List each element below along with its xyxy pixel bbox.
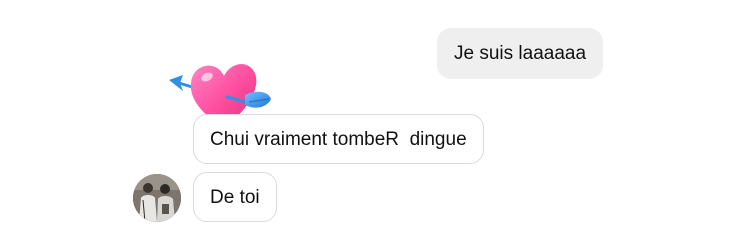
received-message-bubble[interactable]: Chui vraiment tombeR dingue — [193, 114, 484, 164]
received-message-bubble[interactable]: De toi — [193, 172, 277, 222]
contact-avatar[interactable] — [133, 174, 181, 222]
sent-message-bubble[interactable]: Je suis laaaaaa — [437, 28, 604, 79]
